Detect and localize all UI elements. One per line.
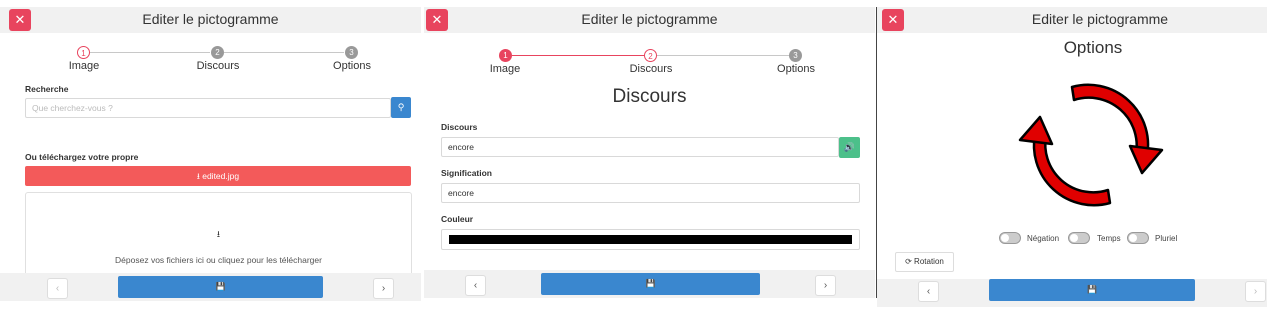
panel-options-step: ✕ Editer le pictogramme Options Négation… [877,0,1267,316]
next-button[interactable]: › [1245,281,1266,302]
search-icon: ⚲ [397,102,405,112]
plural-label: Pluriel [1155,234,1178,243]
speak-button[interactable]: 🔊 [839,137,860,158]
pictogram-cycle-arrows [1018,83,1164,207]
save-button[interactable]: 💾 [118,276,323,298]
close-button[interactable]: ✕ [882,9,904,31]
dropzone-text: Déposez vos fichiers ici ou cliquez pour… [115,255,322,265]
panel-image-step: ✕ Editer le pictogramme 1 2 3 Image Disc… [0,0,421,316]
dialog-header: ✕ Editer le pictogramme [0,7,421,33]
step-3-indicator[interactable]: 3 [789,49,802,62]
section-heading: Discours [612,86,687,107]
pictogram-image [1012,70,1170,220]
negation-label: Négation [1027,234,1060,243]
prev-button[interactable]: ‹ [918,281,939,302]
color-label: Couleur [441,214,474,224]
step-connector [90,52,210,53]
upload-file-button[interactable]: ⭳ edited.jpg [25,166,411,186]
speech-input[interactable]: encore [441,137,839,157]
step-connector [657,55,795,56]
dialog-footer: ‹ 💾 › [0,273,421,301]
dialog-footer: ‹ 💾 › [877,279,1267,307]
color-swatch [449,235,852,244]
search-label: Recherche [25,84,69,94]
step-connector [224,52,344,53]
dialog-footer: ‹ 💾 › [424,270,875,298]
speaker-icon: 🔊 [843,142,856,152]
tense-label: Temps [1097,234,1121,243]
save-button[interactable]: 💾 [989,279,1195,301]
section-heading: Options [1063,38,1123,57]
plural-toggle[interactable] [1127,232,1149,244]
save-icon: 💾 [215,282,226,291]
panel-speech-step: ✕ Editer le pictogramme 1 2 3 Image Disc… [424,0,875,316]
prev-button[interactable]: ‹ [47,278,68,299]
step-1-indicator[interactable]: 1 [499,49,512,62]
color-picker[interactable] [441,229,860,250]
step-2-label: Discours [196,60,240,72]
step-2-indicator[interactable]: 2 [211,46,224,59]
upload-label: Ou téléchargez votre propre [25,152,139,162]
tense-toggle[interactable] [1068,232,1090,244]
meaning-label: Signification [441,168,492,178]
step-connector [512,55,650,56]
step-2-indicator[interactable]: 2 [644,49,657,62]
dialog-title: Editer le pictogramme [581,11,718,27]
search-input[interactable]: Que cherchez-vous ? [25,98,391,118]
step-1-label: Image [68,60,100,72]
negation-toggle[interactable] [999,232,1021,244]
save-icon: 💾 [645,279,656,288]
speech-label: Discours [441,122,478,132]
upload-icon: ⭳ [216,229,221,239]
dialog-title: Editer le pictogramme [142,11,279,27]
dialog-header: ✕ Editer le pictogramme [877,7,1267,33]
step-3-indicator[interactable]: 3 [345,46,358,59]
save-icon: 💾 [1087,285,1097,294]
dialog-title: Editer le pictogramme [1031,11,1169,27]
dialog-header: ✕ Editer le pictogramme [424,7,875,33]
next-button[interactable]: › [815,275,836,296]
step-1-label: Image [489,63,521,75]
next-button[interactable]: › [373,278,394,299]
dropzone[interactable]: ⭳ Déposez vos fichiers ici ou cliquez po… [25,192,412,284]
save-button[interactable]: 💾 [541,273,760,295]
step-3-label: Options [333,60,371,72]
step-1-indicator[interactable]: 1 [77,46,90,59]
step-2-label: Discours [629,63,673,75]
close-icon: ✕ [887,12,899,27]
rotation-button[interactable]: ⟳ Rotation [895,252,954,272]
search-button[interactable]: ⚲ [391,97,411,118]
prev-button[interactable]: ‹ [465,275,486,296]
step-3-label: Options [777,63,815,75]
meaning-input[interactable]: encore [441,183,860,203]
